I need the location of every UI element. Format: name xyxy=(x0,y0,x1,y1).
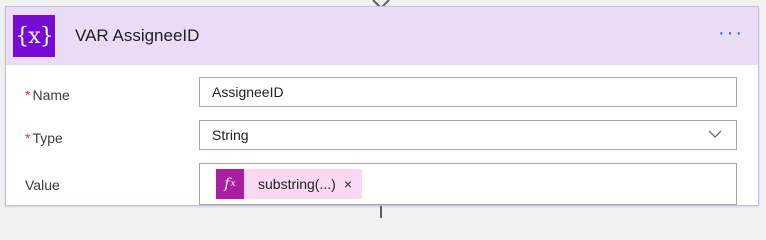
more-options-button[interactable]: ··· xyxy=(718,23,744,43)
type-select-value: String xyxy=(212,127,249,143)
name-field-value: AssigneeID xyxy=(212,84,284,100)
card-title[interactable]: VAR AssigneeID xyxy=(75,26,199,46)
name-label: * Name xyxy=(25,87,70,103)
flow-canvas: {x} VAR AssigneeID ··· * Name AssigneeID … xyxy=(0,0,766,218)
chevron-down-icon[interactable] xyxy=(708,129,722,139)
value-field[interactable]: fx substring(...) × xyxy=(199,163,737,205)
type-label: * Type xyxy=(25,130,63,146)
connector-line xyxy=(380,206,382,218)
type-row: * Type String xyxy=(6,120,758,158)
card-header[interactable]: {x} VAR AssigneeID ··· xyxy=(6,7,758,65)
card-body: * Name AssigneeID * Type String Value f … xyxy=(6,65,758,207)
value-label: Value xyxy=(25,177,60,193)
fx-icon-f: f xyxy=(224,176,230,192)
expression-fx-icon: fx xyxy=(216,169,244,199)
type-label-text: Type xyxy=(32,130,63,146)
required-marker: * xyxy=(25,87,31,103)
type-select[interactable]: String xyxy=(199,120,737,150)
expression-token[interactable]: fx substring(...) × xyxy=(216,169,362,199)
name-row: * Name AssigneeID xyxy=(6,77,758,115)
expression-token-label: substring(...) xyxy=(258,176,336,192)
variable-icon: {x} xyxy=(13,15,55,57)
fx-icon-x: x xyxy=(230,179,236,189)
variable-icon-text: {x} xyxy=(15,23,53,49)
variable-action-card[interactable]: {x} VAR AssigneeID ··· * Name AssigneeID … xyxy=(5,6,759,206)
name-label-text: Name xyxy=(32,87,70,103)
value-row: Value fx substring(...) × xyxy=(6,163,758,207)
name-field[interactable]: AssigneeID xyxy=(199,77,737,107)
required-marker: * xyxy=(25,130,31,146)
remove-token-button[interactable]: × xyxy=(344,176,352,192)
